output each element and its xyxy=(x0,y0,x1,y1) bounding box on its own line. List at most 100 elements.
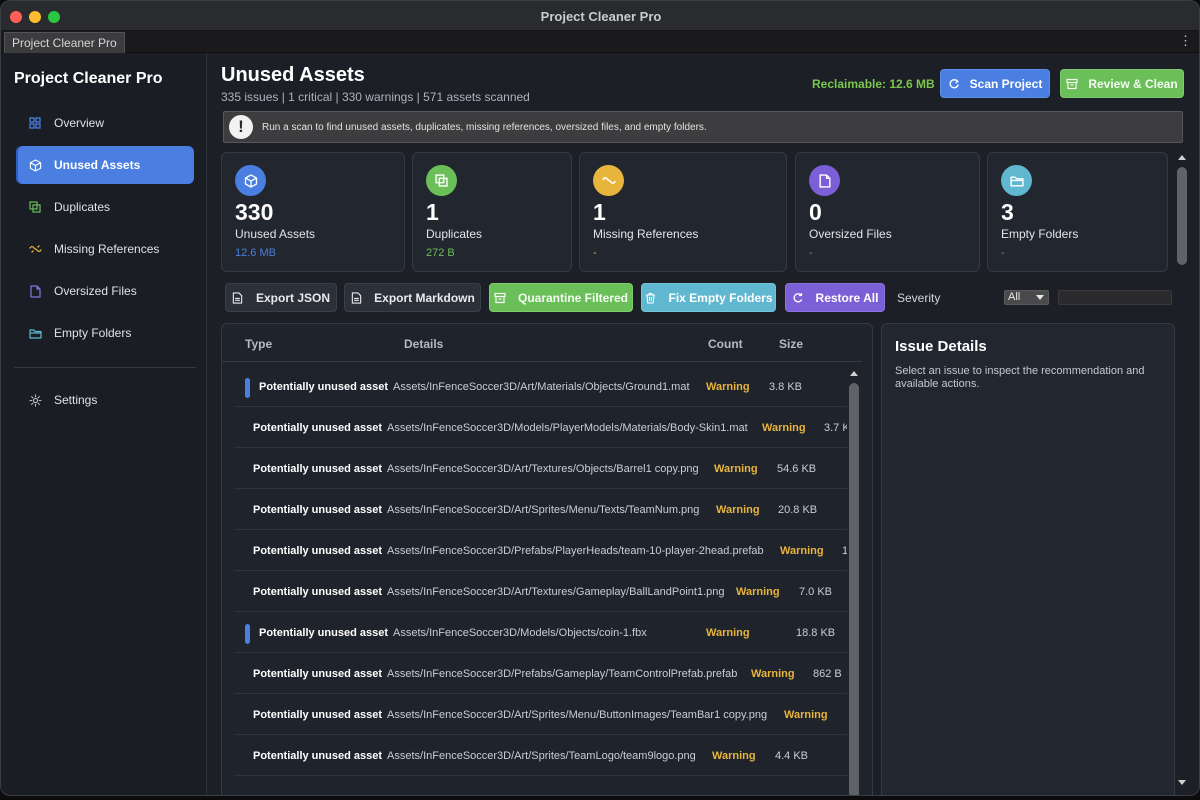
quarantine-filtered-label: Quarantine Filtered xyxy=(517,290,629,305)
sidebar-item-label: Missing References xyxy=(54,242,160,256)
row-size: 862 B xyxy=(813,668,842,680)
column-header-type[interactable]: Type xyxy=(245,337,272,351)
export-json-label: Export JSON xyxy=(255,290,330,305)
main-scrollbar[interactable] xyxy=(1176,153,1190,787)
sidebar-item-overview[interactable]: Overview xyxy=(16,104,194,142)
row-severity: Warning xyxy=(706,381,750,393)
restore-icon xyxy=(792,292,804,304)
row-severity: Warning xyxy=(716,504,760,516)
restore-all-button[interactable]: Restore All xyxy=(785,283,885,312)
page-title: Unused Assets xyxy=(221,64,365,86)
broken-link-icon xyxy=(593,165,624,196)
sidebar-item-label: Oversized Files xyxy=(54,284,137,298)
table-scrollbar[interactable] xyxy=(849,366,859,795)
issues-table: Type Details Count Size Potentially unus… xyxy=(221,323,873,795)
table-row[interactable]: Potentially unused asset Assets/InFenceS… xyxy=(234,407,847,448)
sidebar-item-oversized-files[interactable]: Oversized Files xyxy=(16,272,194,310)
table-row[interactable]: Potentially unused asset Assets/InFenceS… xyxy=(234,735,847,776)
scroll-up-icon[interactable] xyxy=(850,371,858,376)
title-bar: Project Cleaner Pro xyxy=(1,1,1199,31)
stat-card-oversized-files[interactable]: 0 Oversized Files - xyxy=(795,152,980,272)
table-row[interactable]: Potentially unused asset Assets/InFenceS… xyxy=(234,530,847,571)
stat-card-missing-references[interactable]: 1 Missing References - xyxy=(579,152,787,272)
details-title: Issue Details xyxy=(895,338,987,355)
column-header-count[interactable]: Count xyxy=(708,337,743,351)
row-size: 3.7 KB xyxy=(824,422,847,434)
scan-project-button[interactable]: Scan Project xyxy=(940,69,1050,98)
row-severity: Warning xyxy=(714,463,758,475)
sidebar-brand: Project Cleaner Pro xyxy=(14,70,163,87)
sidebar: Project Cleaner Pro Overview Unused Asse… xyxy=(1,53,207,795)
stat-sub: - xyxy=(593,247,597,259)
column-header-size[interactable]: Size xyxy=(779,337,803,351)
quarantine-filtered-button[interactable]: Quarantine Filtered xyxy=(489,283,633,312)
broken-link-icon xyxy=(28,242,42,256)
scrollbar-thumb[interactable] xyxy=(1177,167,1187,265)
scrollbar-thumb[interactable] xyxy=(849,383,859,795)
sidebar-item-label: Unused Assets xyxy=(54,158,141,172)
search-input[interactable] xyxy=(1058,290,1172,305)
copy-icon xyxy=(28,200,42,214)
info-banner: ! Run a scan to find unused assets, dupl… xyxy=(223,111,1183,143)
row-path: Assets/InFenceSoccer3D/Models/Objects/co… xyxy=(393,627,647,639)
refresh-icon xyxy=(948,78,960,90)
row-size: 54.6 KB xyxy=(777,463,817,475)
row-path: Assets/InFenceSoccer3D/Art/Sprites/Menu/… xyxy=(387,709,768,721)
stat-card-duplicates[interactable]: 1 Duplicates 272 B xyxy=(412,152,572,272)
table-row[interactable]: Potentially unused asset Assets/InFenceS… xyxy=(234,448,847,489)
severity-dropdown[interactable]: All xyxy=(1004,290,1049,305)
table-row[interactable]: Potentially unused asset Assets/InFenceS… xyxy=(234,694,847,735)
archive-icon xyxy=(1066,78,1078,90)
export-json-button[interactable]: Export JSON xyxy=(225,283,337,312)
review-clean-button[interactable]: Review & Clean xyxy=(1060,69,1184,98)
sidebar-item-label: Settings xyxy=(54,393,98,407)
column-header-details[interactable]: Details xyxy=(404,337,443,351)
sidebar-item-unused-assets[interactable]: Unused Assets xyxy=(16,146,194,184)
row-size: 4.4 KB xyxy=(775,750,809,762)
sidebar-item-missing-references[interactable]: Missing References xyxy=(16,230,194,268)
more-options-icon[interactable]: ⋮ xyxy=(1179,33,1192,49)
file-export-icon xyxy=(350,291,362,304)
details-text: Select an issue to inspect the recommend… xyxy=(895,365,1145,390)
stat-card-unused-assets[interactable]: 330 Unused Assets 12.6 MB xyxy=(221,152,405,272)
cube-icon xyxy=(28,158,42,172)
editor-tab-bar: Project Cleaner Pro ⋮ xyxy=(1,31,1199,53)
editor-tab[interactable]: Project Cleaner Pro xyxy=(4,32,125,53)
row-type: Potentially unused asset xyxy=(259,381,388,393)
row-path: Assets/InFenceSoccer3D/Models/PlayerMode… xyxy=(387,422,748,434)
stat-value: 0 xyxy=(809,199,822,225)
row-path: Assets/InFenceSoccer3D/Prefabs/Gameplay/… xyxy=(387,668,738,680)
stat-card-empty-folders[interactable]: 3 Empty Folders - xyxy=(987,152,1168,272)
stat-label: Missing References xyxy=(593,227,699,241)
sidebar-item-settings[interactable]: Settings xyxy=(16,381,194,419)
scan-project-label: Scan Project xyxy=(969,76,1043,91)
table-row[interactable]: Potentially unused asset Assets/InFenceS… xyxy=(234,489,847,530)
table-row[interactable]: Potentially unused asset Assets/InFenceS… xyxy=(234,653,847,694)
sidebar-item-duplicates[interactable]: Duplicates xyxy=(16,188,194,226)
fix-empty-folders-button[interactable]: Fix Empty Folders xyxy=(641,283,776,312)
row-type: Potentially unused asset xyxy=(253,709,382,721)
stat-sub: - xyxy=(1001,247,1005,259)
row-type: Potentially unused asset xyxy=(253,750,382,762)
table-row[interactable]: Potentially unused asset Assets/InFenceS… xyxy=(234,612,847,653)
gear-icon xyxy=(28,393,42,407)
stat-value: 1 xyxy=(593,199,606,225)
scroll-down-icon[interactable] xyxy=(1178,780,1186,785)
file-export-icon xyxy=(232,291,244,304)
row-type: Potentially unused asset xyxy=(253,668,382,680)
severity-value: All xyxy=(1008,291,1021,303)
banner-text: Run a scan to find unused assets, duplic… xyxy=(262,121,707,133)
table-row[interactable]: Potentially unused asset Assets/InFenceS… xyxy=(234,571,847,612)
sidebar-item-label: Duplicates xyxy=(54,200,111,214)
scroll-up-icon[interactable] xyxy=(1178,155,1186,160)
sidebar-item-empty-folders[interactable]: Empty Folders xyxy=(16,314,194,352)
export-markdown-button[interactable]: Export Markdown xyxy=(344,283,481,312)
main-content: Unused Assets 335 issues | 1 critical | … xyxy=(208,53,1199,795)
sidebar-divider xyxy=(14,367,196,368)
archive-icon xyxy=(494,292,506,304)
table-row[interactable]: Potentially unused asset Assets/InFenceS… xyxy=(234,366,847,407)
row-path: Assets/InFenceSoccer3D/Art/Textures/Obje… xyxy=(387,463,699,475)
stat-label: Unused Assets xyxy=(235,227,316,241)
review-clean-label: Review & Clean xyxy=(1088,76,1178,91)
stat-sub: - xyxy=(809,247,813,259)
